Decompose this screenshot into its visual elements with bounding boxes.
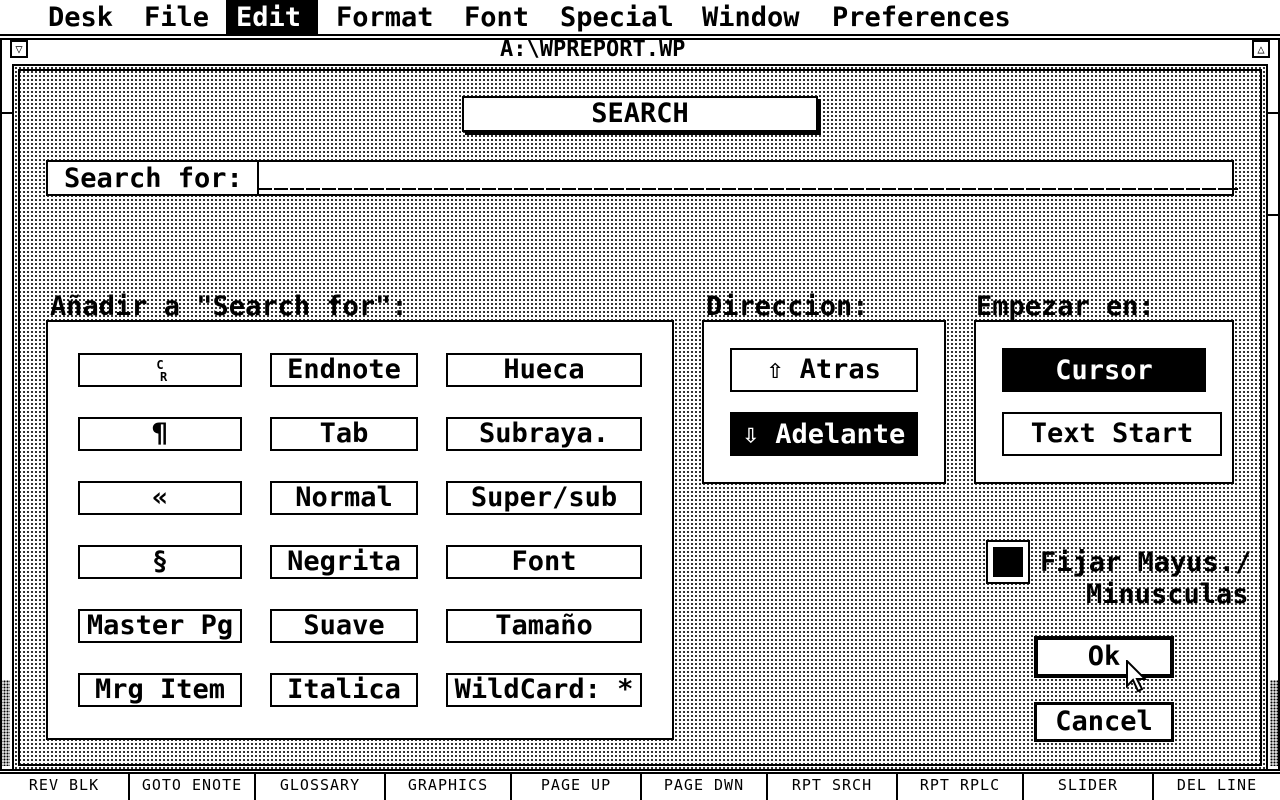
add-section-button[interactable]: §: [78, 545, 242, 579]
start-at-panel: [974, 320, 1234, 484]
menu-font[interactable]: Font: [454, 0, 539, 34]
window-full-box[interactable]: △: [1252, 40, 1270, 58]
add-wildcard-button[interactable]: WildCard: *: [446, 673, 642, 707]
function-key-bar: REV BLK GOTO ENOTE GLOSSARY GRAPHICS PAG…: [0, 772, 1280, 800]
start-cursor-button[interactable]: Cursor: [1002, 348, 1206, 392]
menu-special[interactable]: Special: [550, 0, 684, 34]
fkey-graphics[interactable]: GRAPHICS: [386, 774, 512, 800]
fkey-glossary[interactable]: GLOSSARY: [256, 774, 386, 800]
add-merge-button[interactable]: «: [78, 481, 242, 515]
direction-label: Direccion:: [706, 291, 869, 322]
fkey-repeat-replace[interactable]: RPT RPLC: [898, 774, 1024, 800]
add-super-sub-button[interactable]: Super/sub: [446, 481, 642, 515]
window-scrollbar[interactable]: [1270, 680, 1280, 766]
match-case-label-line1: Fijar Mayus./: [1040, 547, 1252, 578]
add-carriage-return-button[interactable]: C R: [78, 353, 242, 387]
direction-back-button[interactable]: ⇧ Atras: [730, 348, 918, 392]
menu-file[interactable]: File: [134, 0, 219, 34]
menu-desk[interactable]: Desk: [38, 0, 123, 34]
add-underline-button[interactable]: Subraya.: [446, 417, 642, 451]
search-input[interactable]: [258, 164, 1238, 194]
match-case-label-line2: Minusculas: [1086, 579, 1249, 610]
fkey-page-down[interactable]: PAGE DWN: [642, 774, 768, 800]
search-for-label: Search for:: [64, 163, 243, 194]
window-scrollbar[interactable]: [0, 680, 10, 766]
menu-edit[interactable]: Edit: [226, 0, 318, 34]
fkey-goto-enote[interactable]: GOTO ENOTE: [130, 774, 256, 800]
add-normal-button[interactable]: Normal: [270, 481, 418, 515]
add-master-page-button[interactable]: Master Pg: [78, 609, 242, 643]
menu-format[interactable]: Format: [326, 0, 444, 34]
fkey-page-up[interactable]: PAGE UP: [512, 774, 642, 800]
window-edge-mark: [0, 112, 12, 114]
add-paragraph-button[interactable]: ¶: [78, 417, 242, 451]
add-bold-button[interactable]: Negrita: [270, 545, 418, 579]
menu-preferences[interactable]: Preferences: [822, 0, 1021, 34]
add-italic-button[interactable]: Italica: [270, 673, 418, 707]
fkey-repeat-search[interactable]: RPT SRCH: [768, 774, 898, 800]
window-title: A:\WPREPORT.WP: [500, 40, 686, 58]
add-size-button[interactable]: Tamaño: [446, 609, 642, 643]
add-light-button[interactable]: Suave: [270, 609, 418, 643]
search-field-row: Search for:: [46, 160, 1238, 196]
ok-button[interactable]: Ok: [1034, 636, 1174, 678]
fkey-rev-blk[interactable]: REV BLK: [0, 774, 130, 800]
add-endnote-button[interactable]: Endnote: [270, 353, 418, 387]
mouse-pointer-icon: [1126, 660, 1148, 693]
add-to-search-label: Añadir a "Search for":: [50, 291, 408, 322]
window-close-box[interactable]: ▽: [10, 40, 28, 58]
menu-window[interactable]: Window: [692, 0, 810, 34]
dialog-title: SEARCH: [462, 96, 818, 132]
add-outline-button[interactable]: Hueca: [446, 353, 642, 387]
start-at-label: Empezar en:: [976, 291, 1155, 322]
match-case-checkbox[interactable]: [986, 540, 1030, 584]
add-font-button[interactable]: Font: [446, 545, 642, 579]
start-text-start-button[interactable]: Text Start: [1002, 412, 1222, 456]
add-merge-item-button[interactable]: Mrg Item: [78, 673, 242, 707]
add-tab-button[interactable]: Tab: [270, 417, 418, 451]
fkey-slider[interactable]: SLIDER: [1024, 774, 1154, 800]
direction-forward-button[interactable]: ⇩ Adelante: [730, 412, 918, 456]
fkey-delete-line[interactable]: DEL LINE: [1154, 774, 1280, 800]
cancel-button[interactable]: Cancel: [1034, 702, 1174, 742]
menu-bar: Desk File Edit Format Font Special Windo…: [0, 0, 1280, 36]
window-edge-mark: [1268, 214, 1280, 216]
direction-panel: [702, 320, 946, 484]
window-edge-mark: [1268, 112, 1280, 114]
carriage-return-icon: C R: [152, 357, 168, 384]
